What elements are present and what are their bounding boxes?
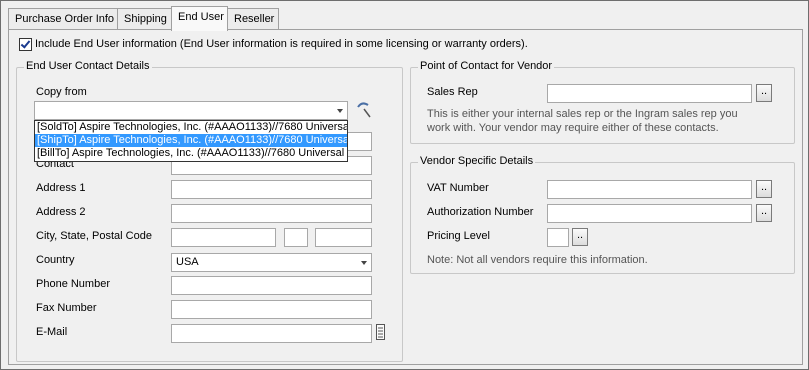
fax-label: Fax Number [36, 302, 97, 314]
pricing-level-field[interactable] [547, 228, 569, 247]
sales-rep-browse-button[interactable]: .. [756, 84, 772, 102]
copy-from-label: Copy from [36, 86, 87, 98]
tab-shipping[interactable]: Shipping [117, 8, 172, 29]
combo-arrow-icon[interactable] [337, 109, 343, 113]
country-label: Country [36, 254, 75, 266]
sales-rep-label: Sales Rep [427, 86, 478, 98]
city-field[interactable] [171, 228, 276, 247]
tab-purchase-order-info[interactable]: Purchase Order Info [8, 8, 118, 29]
email-field[interactable] [171, 324, 372, 343]
address1-field[interactable] [171, 180, 372, 199]
vat-browse-button[interactable]: .. [756, 180, 772, 198]
vat-number-field[interactable] [547, 180, 752, 199]
address-book-icon[interactable] [376, 324, 385, 340]
dropdown-option-shipto[interactable]: [ShipTo] Aspire Technologies, Inc. (#AAA… [35, 134, 347, 147]
sales-rep-note: This is either your internal sales rep o… [427, 108, 738, 134]
phone-label: Phone Number [36, 278, 110, 290]
wand-icon[interactable] [355, 101, 373, 119]
copy-from-dropdown-list[interactable]: [SoldTo] Aspire Technologies, Inc. (#AAA… [34, 120, 348, 162]
vendor-details-title: Vendor Specific Details [418, 155, 536, 167]
state-field[interactable] [284, 228, 308, 247]
city-state-postal-label: City, State, Postal Code [36, 230, 152, 242]
vendor-contact-title: Point of Contact for Vendor [418, 60, 555, 72]
contact-details-title: End User Contact Details [24, 60, 152, 72]
chevron-down-icon[interactable] [361, 261, 367, 265]
email-label: E-Mail [36, 326, 68, 338]
sales-rep-field[interactable] [547, 84, 752, 103]
vendor-details-note: Note: Not all vendors require this infor… [427, 254, 648, 266]
country-select[interactable]: USA [171, 253, 372, 272]
dropdown-option-billto[interactable]: [BillTo] Aspire Technologies, Inc. (#AAA… [35, 147, 347, 160]
address2-field[interactable] [171, 204, 372, 223]
pricing-level-browse-button[interactable]: .. [572, 228, 588, 246]
phone-field[interactable] [171, 276, 372, 295]
postal-code-field[interactable] [315, 228, 372, 247]
tab-reseller[interactable]: Reseller [227, 8, 279, 29]
authorization-number-label: Authorization Number [427, 206, 534, 218]
authorization-browse-button[interactable]: .. [756, 204, 772, 222]
authorization-number-field[interactable] [547, 204, 752, 223]
dropdown-option-soldto[interactable]: [SoldTo] Aspire Technologies, Inc. (#AAA… [35, 121, 347, 134]
tab-end-user[interactable]: End User [171, 6, 228, 31]
address1-label: Address 1 [36, 182, 86, 194]
pricing-level-label: Pricing Level [427, 230, 490, 242]
address2-label: Address 2 [36, 206, 86, 218]
vat-number-label: VAT Number [427, 182, 489, 194]
include-end-user-label: Include End User information (End User i… [35, 38, 528, 50]
fax-field[interactable] [171, 300, 372, 319]
include-end-user-checkbox[interactable] [19, 38, 32, 51]
copy-from-combo[interactable] [34, 101, 348, 120]
